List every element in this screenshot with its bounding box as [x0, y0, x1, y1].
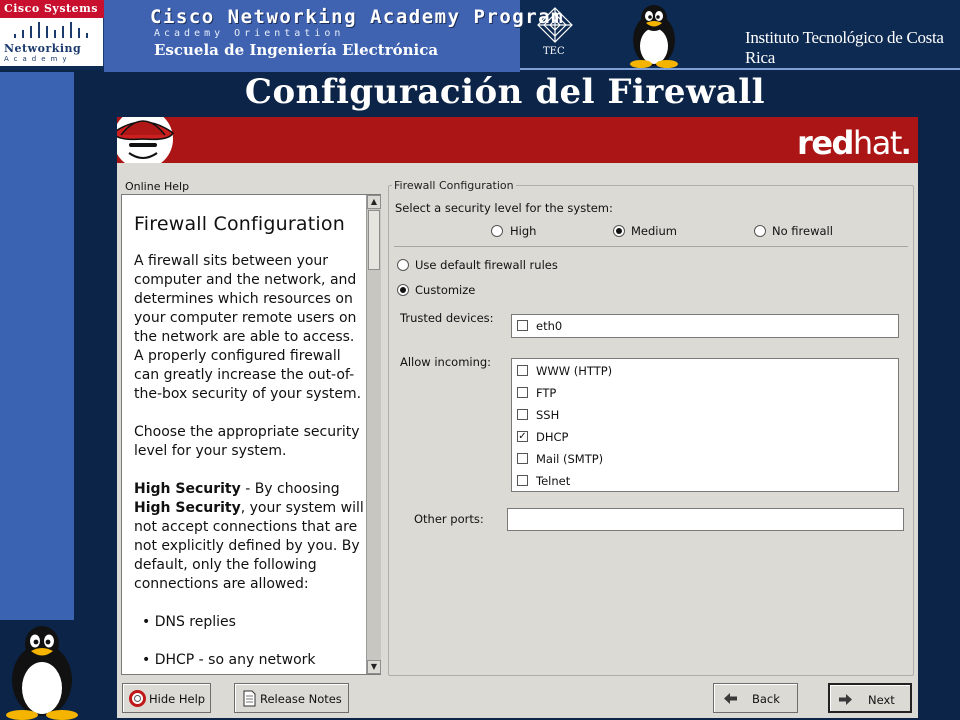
release-notes-button[interactable]: Release Notes — [234, 683, 349, 713]
back-label[interactable]: Back — [752, 692, 780, 706]
www-http-label[interactable]: WWW (HTTP) — [536, 364, 612, 378]
redhat-banner: redhat. — [117, 117, 918, 163]
arrow-right-icon — [839, 694, 852, 705]
scroll-up-icon[interactable]: ▲ — [367, 195, 381, 209]
firewall-config-caption: Firewall Configuration — [392, 179, 516, 192]
radio-default-rules[interactable] — [397, 259, 409, 271]
help-bullet: • DHCP - so any network — [142, 652, 316, 668]
radio-no-firewall-label[interactable]: No firewall — [772, 224, 833, 238]
radio-customize-label[interactable]: Customize — [415, 283, 475, 297]
help-pane[interactable]: Firewall Configuration A firewall sits b… — [121, 194, 381, 675]
cisco-logo-top: Cisco Systems — [0, 0, 104, 18]
trusted-devices-label: Trusted devices: — [400, 311, 494, 325]
help-caption: Online Help — [125, 180, 190, 193]
slide-title: Configuración del Firewall — [244, 72, 766, 112]
help-bullet: • DNS replies — [142, 614, 236, 630]
help-text-run: - By choosing — [240, 481, 340, 497]
cisco-bridge-icon — [6, 22, 96, 38]
tec-label: TEC — [543, 46, 565, 57]
cisco-logo-line1: Networking — [4, 42, 82, 55]
document-icon — [243, 690, 256, 707]
wordmark-hat: hat — [852, 124, 902, 162]
radio-no-firewall[interactable] — [754, 225, 766, 237]
high-security-term: High Security — [134, 500, 241, 516]
allow-incoming-label: Allow incoming: — [400, 355, 492, 369]
banner-title: Cisco Networking Academy Program — [150, 6, 565, 28]
eth0-label[interactable]: eth0 — [536, 319, 562, 333]
radio-default-rules-label[interactable]: Use default firewall rules — [415, 258, 558, 272]
shadowman-logo-icon — [117, 117, 174, 163]
redhat-wordmark: redhat. — [797, 124, 912, 162]
help-text: Firewall Configuration A firewall sits b… — [134, 213, 366, 689]
tux-penguin-icon — [630, 5, 678, 68]
help-bullets: • DNS replies • DHCP - so any network — [134, 613, 366, 670]
checkbox-ftp[interactable] — [517, 387, 528, 398]
radio-high-label[interactable]: High — [510, 224, 536, 238]
wordmark-red: red — [797, 124, 854, 162]
telnet-label[interactable]: Telnet — [536, 474, 570, 488]
help-paragraph-3: High Security - By choosing High Securit… — [134, 480, 366, 594]
wordmark-dot: . — [900, 128, 912, 161]
cisco-logo: Cisco Systems Networking Academy — [0, 0, 104, 66]
section-separator — [394, 246, 908, 247]
banner-school: Escuela de Ingeniería Electrónica — [154, 41, 439, 59]
radio-high[interactable] — [491, 225, 503, 237]
help-scrollbar[interactable]: ▲ ▼ — [366, 195, 381, 674]
arrow-left-icon — [724, 693, 737, 704]
hide-help-button[interactable]: Hide Help — [122, 683, 211, 713]
high-security-term: High Security — [134, 481, 241, 497]
checkbox-eth0[interactable] — [517, 320, 528, 331]
ssh-label[interactable]: SSH — [536, 408, 559, 422]
scroll-down-icon[interactable]: ▼ — [367, 660, 381, 674]
help-heading: Firewall Configuration — [134, 213, 345, 235]
cisco-logo-line2: Academy — [4, 55, 72, 63]
hide-help-label[interactable]: Hide Help — [149, 692, 205, 706]
lifebuoy-icon — [129, 690, 146, 707]
slide-left-bar — [0, 72, 74, 620]
installer-window: redhat. Online Help Firewall Configurati… — [117, 117, 918, 718]
next-label[interactable]: Next — [868, 693, 895, 707]
radio-customize[interactable] — [397, 284, 409, 296]
other-ports-input[interactable] — [507, 508, 904, 531]
scroll-thumb[interactable] — [368, 210, 380, 270]
help-paragraph-1: A firewall sits between your computer an… — [134, 253, 362, 402]
next-button[interactable]: Next — [828, 683, 912, 713]
checkbox-dhcp[interactable]: ✓ — [517, 431, 528, 442]
radio-medium[interactable] — [613, 225, 625, 237]
checkbox-ssh[interactable] — [517, 409, 528, 420]
release-notes-label[interactable]: Release Notes — [260, 692, 342, 706]
security-level-prompt: Select a security level for the system: — [395, 201, 613, 215]
radio-medium-label[interactable]: Medium — [631, 224, 677, 238]
help-paragraph-2: Choose the appropriate security level fo… — [134, 424, 360, 459]
checkbox-telnet[interactable] — [517, 475, 528, 486]
header-divider — [520, 68, 960, 70]
trusted-devices-list[interactable]: eth0 — [511, 314, 899, 338]
dhcp-label[interactable]: DHCP — [536, 430, 568, 444]
ftp-label[interactable]: FTP — [536, 386, 556, 400]
allow-incoming-list[interactable]: WWW (HTTP) FTP SSH ✓ DHCP Mail (SMTP) Te… — [511, 358, 899, 492]
tux-penguin-large-icon — [6, 626, 78, 720]
checkbox-www-http[interactable] — [517, 365, 528, 376]
institution-name: Instituto Tecnológico de Costa Rica — [745, 28, 944, 67]
mail-smtp-label[interactable]: Mail (SMTP) — [536, 452, 603, 466]
checkbox-mail-smtp[interactable] — [517, 453, 528, 464]
bottom-button-bar: Hide Help Release Notes Back Next — [117, 677, 918, 718]
back-button[interactable]: Back — [713, 683, 798, 713]
other-ports-label: Other ports: — [414, 512, 484, 526]
banner-subtitle: Academy Orientation — [154, 28, 345, 39]
